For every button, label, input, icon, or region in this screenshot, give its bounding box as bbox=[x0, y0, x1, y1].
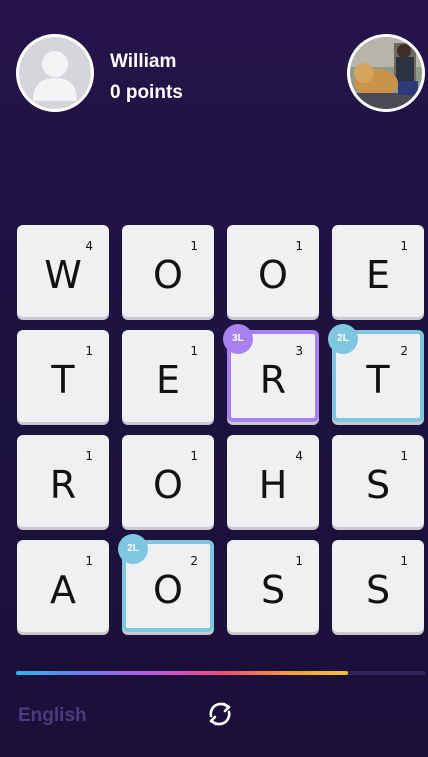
tile-modifier-badge: 2L bbox=[118, 534, 148, 564]
tile-score: 2 bbox=[400, 344, 408, 358]
tile-letter: S bbox=[365, 463, 391, 507]
time-progress-bar bbox=[16, 671, 426, 675]
tile-letter: E bbox=[155, 358, 180, 402]
tile-score: 1 bbox=[400, 449, 408, 463]
tile-score: 2 bbox=[190, 554, 198, 568]
tile-score: 1 bbox=[85, 554, 93, 568]
refresh-icon[interactable] bbox=[203, 697, 237, 731]
tile-score: 1 bbox=[190, 449, 198, 463]
tile-modifier-badge: 3L bbox=[223, 324, 253, 354]
letter-tile[interactable]: W4 bbox=[17, 225, 109, 317]
tile-score: 1 bbox=[85, 344, 93, 358]
tile-score: 4 bbox=[295, 449, 303, 463]
letter-tile[interactable]: S1 bbox=[332, 435, 424, 527]
time-progress-fill bbox=[16, 671, 349, 675]
letter-tile[interactable]: O1 bbox=[122, 225, 214, 317]
tile-letter: S bbox=[260, 568, 286, 612]
tile-letter: O bbox=[258, 253, 288, 297]
tile-letter: A bbox=[50, 568, 76, 612]
letter-tile[interactable]: H4 bbox=[227, 435, 319, 527]
tile-letter: H bbox=[258, 463, 288, 507]
tile-letter: T bbox=[51, 358, 75, 402]
player-avatar[interactable] bbox=[16, 34, 94, 112]
letter-tile[interactable]: E1 bbox=[332, 225, 424, 317]
letter-tile[interactable]: E1 bbox=[122, 330, 214, 422]
default-user-icon bbox=[19, 37, 91, 109]
letter-tile[interactable]: T1 bbox=[17, 330, 109, 422]
player-name: William bbox=[110, 51, 177, 72]
letter-tile[interactable]: O1 bbox=[122, 435, 214, 527]
tile-letter: O bbox=[153, 463, 183, 507]
tile-score: 1 bbox=[400, 239, 408, 253]
tile-letter: W bbox=[44, 253, 82, 297]
letter-tile[interactable]: R1 bbox=[17, 435, 109, 527]
letter-tile[interactable]: S1 bbox=[332, 540, 424, 632]
letter-tile[interactable]: S1 bbox=[227, 540, 319, 632]
tile-score: 1 bbox=[400, 554, 408, 568]
tile-score: 3 bbox=[295, 344, 303, 358]
tile-score: 1 bbox=[295, 239, 303, 253]
player-points: 0 points bbox=[110, 82, 183, 103]
letter-tile[interactable]: A1 bbox=[17, 540, 109, 632]
tile-score: 1 bbox=[295, 554, 303, 568]
tile-score: 1 bbox=[190, 239, 198, 253]
tile-letter: T bbox=[366, 358, 390, 402]
tile-letter: O bbox=[153, 253, 183, 297]
tile-score: 1 bbox=[85, 449, 93, 463]
tile-letter: R bbox=[259, 358, 287, 402]
tile-letter: E bbox=[365, 253, 390, 297]
tile-letter: S bbox=[365, 568, 391, 612]
tile-score: 1 bbox=[190, 344, 198, 358]
tile-modifier-badge: 2L bbox=[328, 324, 358, 354]
opponent-photo bbox=[350, 37, 422, 109]
language-selector[interactable]: English bbox=[18, 705, 87, 727]
tile-score: 4 bbox=[85, 239, 93, 253]
letter-tile[interactable]: O1 bbox=[227, 225, 319, 317]
tile-letter: R bbox=[49, 463, 77, 507]
opponent-avatar[interactable] bbox=[347, 34, 425, 112]
tile-letter: O bbox=[153, 568, 183, 612]
